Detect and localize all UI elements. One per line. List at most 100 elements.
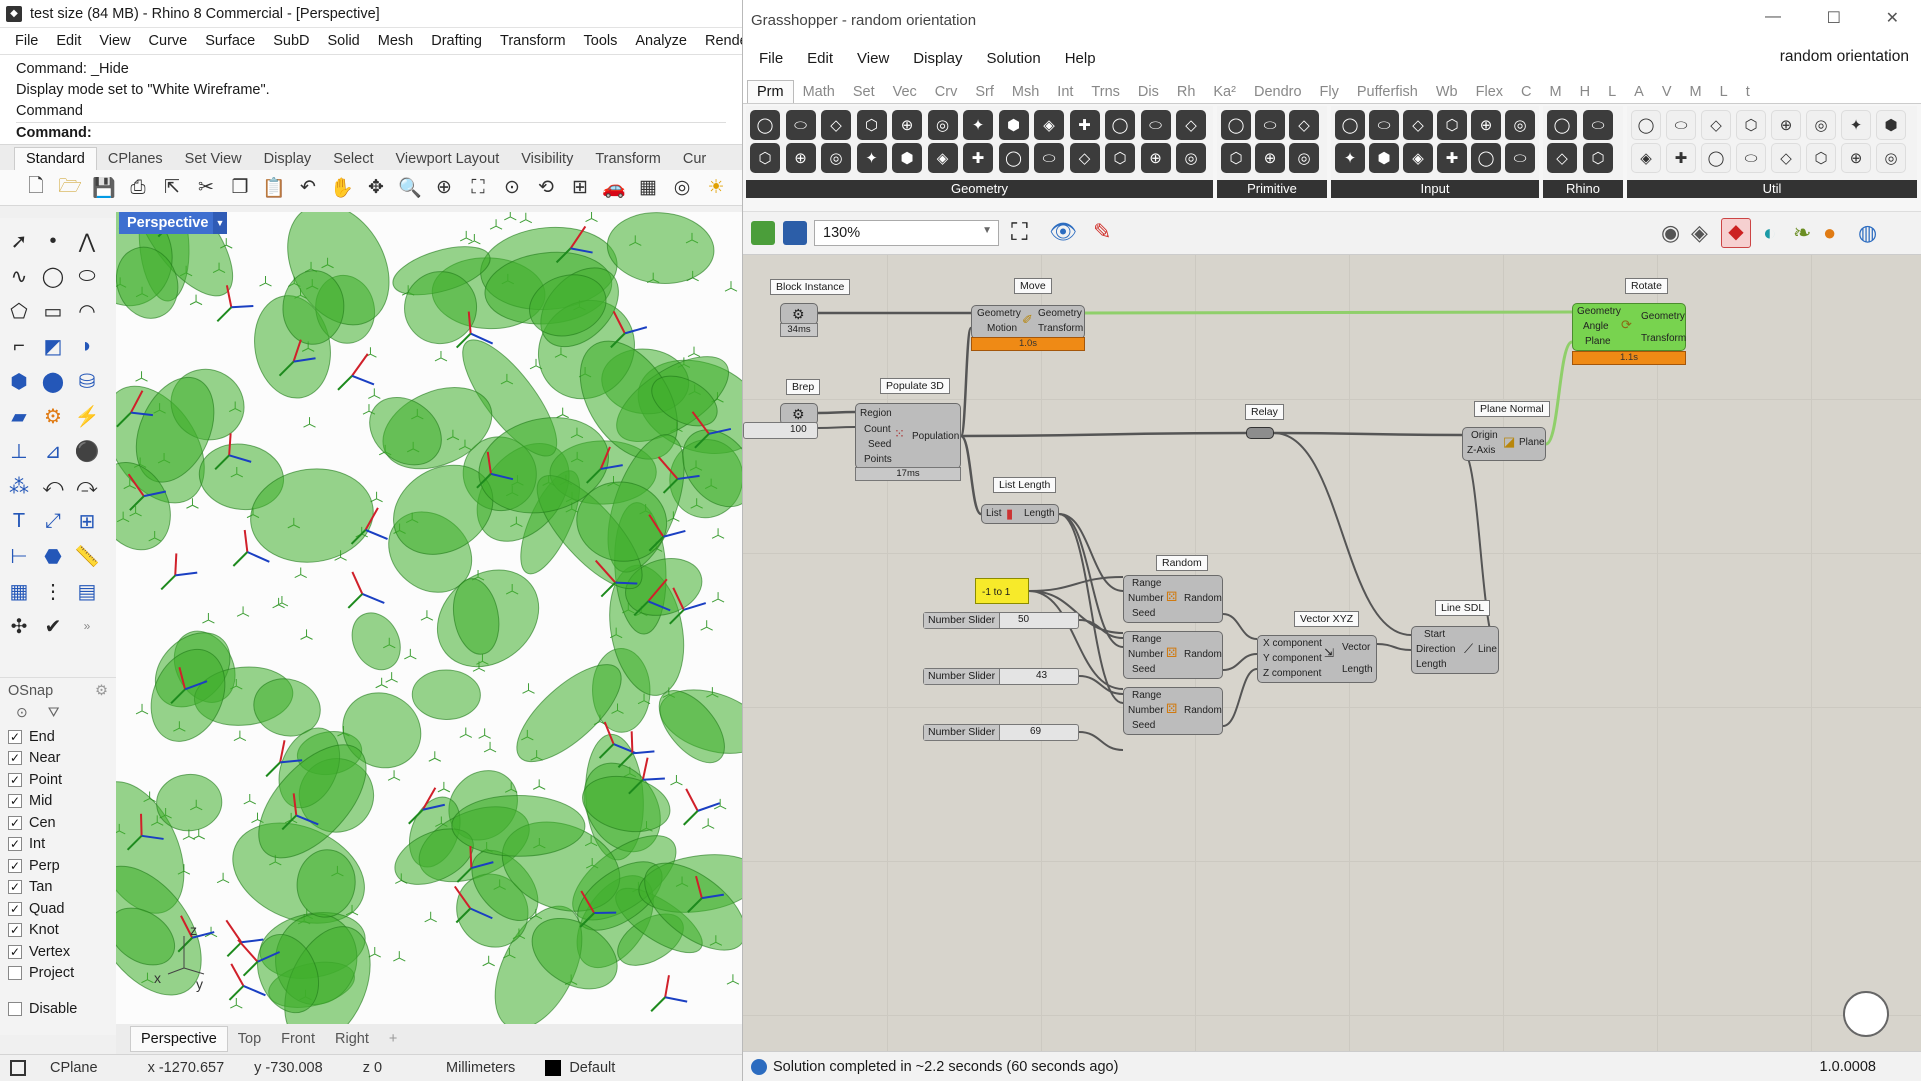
param-geometry-icon[interactable]: ⊕: [785, 143, 816, 173]
move-curve-icon[interactable]: ⤼: [72, 471, 102, 501]
properties-icon[interactable]: ▤: [72, 576, 102, 606]
loft-icon[interactable]: ◗: [72, 331, 102, 361]
param-input-icon[interactable]: ⬭: [1369, 110, 1399, 140]
gh-tab[interactable]: Prm: [747, 80, 794, 103]
checkbox[interactable]: ✓: [8, 923, 22, 938]
number-slider-2[interactable]: Number Slider 43: [923, 668, 1079, 685]
param-rhino-icon[interactable]: ⬭: [1583, 110, 1613, 140]
random-component-2[interactable]: Range Number Seed ⚄ Random: [1123, 631, 1223, 679]
dimension-icon[interactable]: ⊢: [4, 541, 34, 571]
tab-curve[interactable]: Cur: [672, 148, 717, 170]
extrude-icon[interactable]: ⊥: [4, 436, 34, 466]
text-icon[interactable]: T: [4, 506, 34, 536]
gh-tab[interactable]: M: [1681, 81, 1711, 103]
gh-menu-file[interactable]: File: [747, 50, 795, 67]
osnap-project[interactable]: Project: [0, 963, 116, 985]
param-geometry-icon[interactable]: ⬡: [750, 143, 780, 173]
box-icon[interactable]: ⬢: [4, 366, 34, 396]
param-util-icon[interactable]: ◇: [1771, 143, 1801, 173]
rhino-menu-transform[interactable]: Transform: [491, 33, 575, 49]
leaf-icon[interactable]: ❧: [1793, 220, 1811, 246]
paste-icon[interactable]: 📋: [258, 174, 290, 202]
view-tab-right[interactable]: Right: [325, 1027, 379, 1051]
rhino-menu-analyze[interactable]: Analyze: [626, 33, 696, 49]
number-slider-1[interactable]: Number Slider 50: [923, 612, 1079, 629]
perspective-viewport[interactable]: z x y: [116, 212, 742, 1024]
param-util-icon[interactable]: ⬡: [1806, 143, 1836, 173]
join-icon[interactable]: ⚫: [72, 436, 102, 466]
param-input-icon[interactable]: ◯: [1471, 143, 1501, 173]
param-util-icon[interactable]: ⬡: [1736, 110, 1766, 140]
param-util-icon[interactable]: ◯: [1701, 143, 1731, 173]
param-geometry-icon[interactable]: ⬢: [892, 143, 922, 173]
gh-tab[interactable]: Flex: [1467, 81, 1512, 103]
transform-gumball-icon[interactable]: ✣: [4, 611, 34, 641]
param-geometry-icon[interactable]: ◇: [1176, 110, 1206, 140]
select-arrow-icon[interactable]: ➚: [4, 226, 34, 256]
tab-visibility[interactable]: Visibility: [510, 148, 584, 170]
minimize-icon[interactable]: —: [1765, 8, 1781, 26]
navigation-compass[interactable]: [1843, 991, 1889, 1037]
light-icon[interactable]: ☀: [700, 174, 732, 202]
param-geometry-icon[interactable]: ◯: [1105, 110, 1135, 140]
param-input-icon[interactable]: ◈: [1403, 143, 1433, 173]
param-geometry-icon[interactable]: ◇: [1069, 143, 1100, 173]
save-icon[interactable]: 💾: [88, 174, 120, 202]
preview-shaded-icon[interactable]: ◈: [1691, 220, 1708, 246]
open-folder-icon[interactable]: 🗁: [54, 174, 86, 202]
tab-transform[interactable]: Transform: [584, 148, 672, 170]
render-lightning-icon[interactable]: ⚡: [72, 401, 102, 431]
zoom-extents-icon[interactable]: ⛶: [462, 174, 494, 202]
param-rhino-icon[interactable]: ◯: [1547, 110, 1577, 140]
param-util-icon[interactable]: ◈: [1631, 143, 1661, 173]
param-geometry-icon[interactable]: ⬭: [1140, 110, 1171, 140]
preview-eye-icon[interactable]: 👁: [1049, 219, 1077, 245]
tab-select[interactable]: Select: [322, 148, 384, 170]
gh-tab[interactable]: Crv: [926, 81, 967, 103]
gh-menu-view[interactable]: View: [845, 50, 901, 67]
zoom-selected-icon[interactable]: ⊙: [496, 174, 528, 202]
print-icon[interactable]: ⎙: [122, 174, 154, 202]
osnap-perp[interactable]: ✓ Perp: [0, 855, 116, 877]
surface-corner-icon[interactable]: ◩: [38, 331, 68, 361]
param-geometry-icon[interactable]: ◈: [1034, 110, 1064, 140]
plane-normal-component[interactable]: Origin Z-Axis ◪ Plane: [1462, 427, 1546, 461]
command-prompt[interactable]: Command:: [16, 122, 726, 144]
boolean-union-icon[interactable]: ⬤: [38, 366, 68, 396]
param-geometry-icon[interactable]: ◇: [821, 110, 851, 140]
param-geometry-icon[interactable]: ✦: [856, 143, 887, 173]
more-tools-icon[interactable]: »: [72, 611, 102, 641]
param-input-icon[interactable]: ◯: [1335, 110, 1365, 140]
param-util-icon[interactable]: ⊕: [1771, 110, 1801, 140]
zoom-dropdown[interactable]: 130% ▼: [814, 220, 999, 246]
close-icon[interactable]: ✕: [1886, 8, 1899, 28]
param-input-icon[interactable]: ⬢: [1369, 143, 1399, 173]
osnap-settings-icon[interactable]: ⚙: [95, 683, 108, 699]
gh-tab[interactable]: Msh: [1003, 81, 1048, 103]
rhino-menu-subd[interactable]: SubD: [264, 33, 318, 49]
circle-icon[interactable]: ◯: [38, 261, 68, 291]
param-util-icon[interactable]: ⬭: [1666, 110, 1696, 140]
gh-menu-help[interactable]: Help: [1053, 50, 1108, 67]
gh-tab[interactable]: V: [1653, 81, 1681, 103]
random-component-1[interactable]: Range Number Seed ⚄ Random: [1123, 575, 1223, 623]
param-geometry-icon[interactable]: ⬢: [998, 110, 1029, 140]
param-util-icon[interactable]: ✦: [1841, 110, 1871, 140]
zoom-window-icon[interactable]: ⊕: [428, 174, 460, 202]
tab-viewport-layout[interactable]: Viewport Layout: [385, 148, 511, 170]
param-primitive-icon[interactable]: ⬭: [1255, 110, 1285, 140]
checkbox[interactable]: ✓: [8, 815, 22, 830]
rhino-menu-view[interactable]: View: [90, 33, 139, 49]
gh-tab[interactable]: M: [1541, 81, 1571, 103]
gh-tab[interactable]: Ka²: [1204, 81, 1245, 103]
fillet-icon[interactable]: ⌐: [4, 331, 34, 361]
param-geometry-icon[interactable]: ◎: [1176, 143, 1206, 173]
gh-tab[interactable]: Int: [1048, 81, 1082, 103]
gh-menu-solution[interactable]: Solution: [974, 50, 1052, 67]
param-geometry-icon[interactable]: ⊕: [1140, 143, 1171, 173]
param-geometry-icon[interactable]: ◯: [750, 110, 780, 140]
param-geometry-icon[interactable]: ✚: [963, 143, 993, 173]
array-icon[interactable]: ⊞: [72, 506, 102, 536]
gh-tab[interactable]: Vec: [884, 81, 926, 103]
rhino-menu-surface[interactable]: Surface: [196, 33, 264, 49]
